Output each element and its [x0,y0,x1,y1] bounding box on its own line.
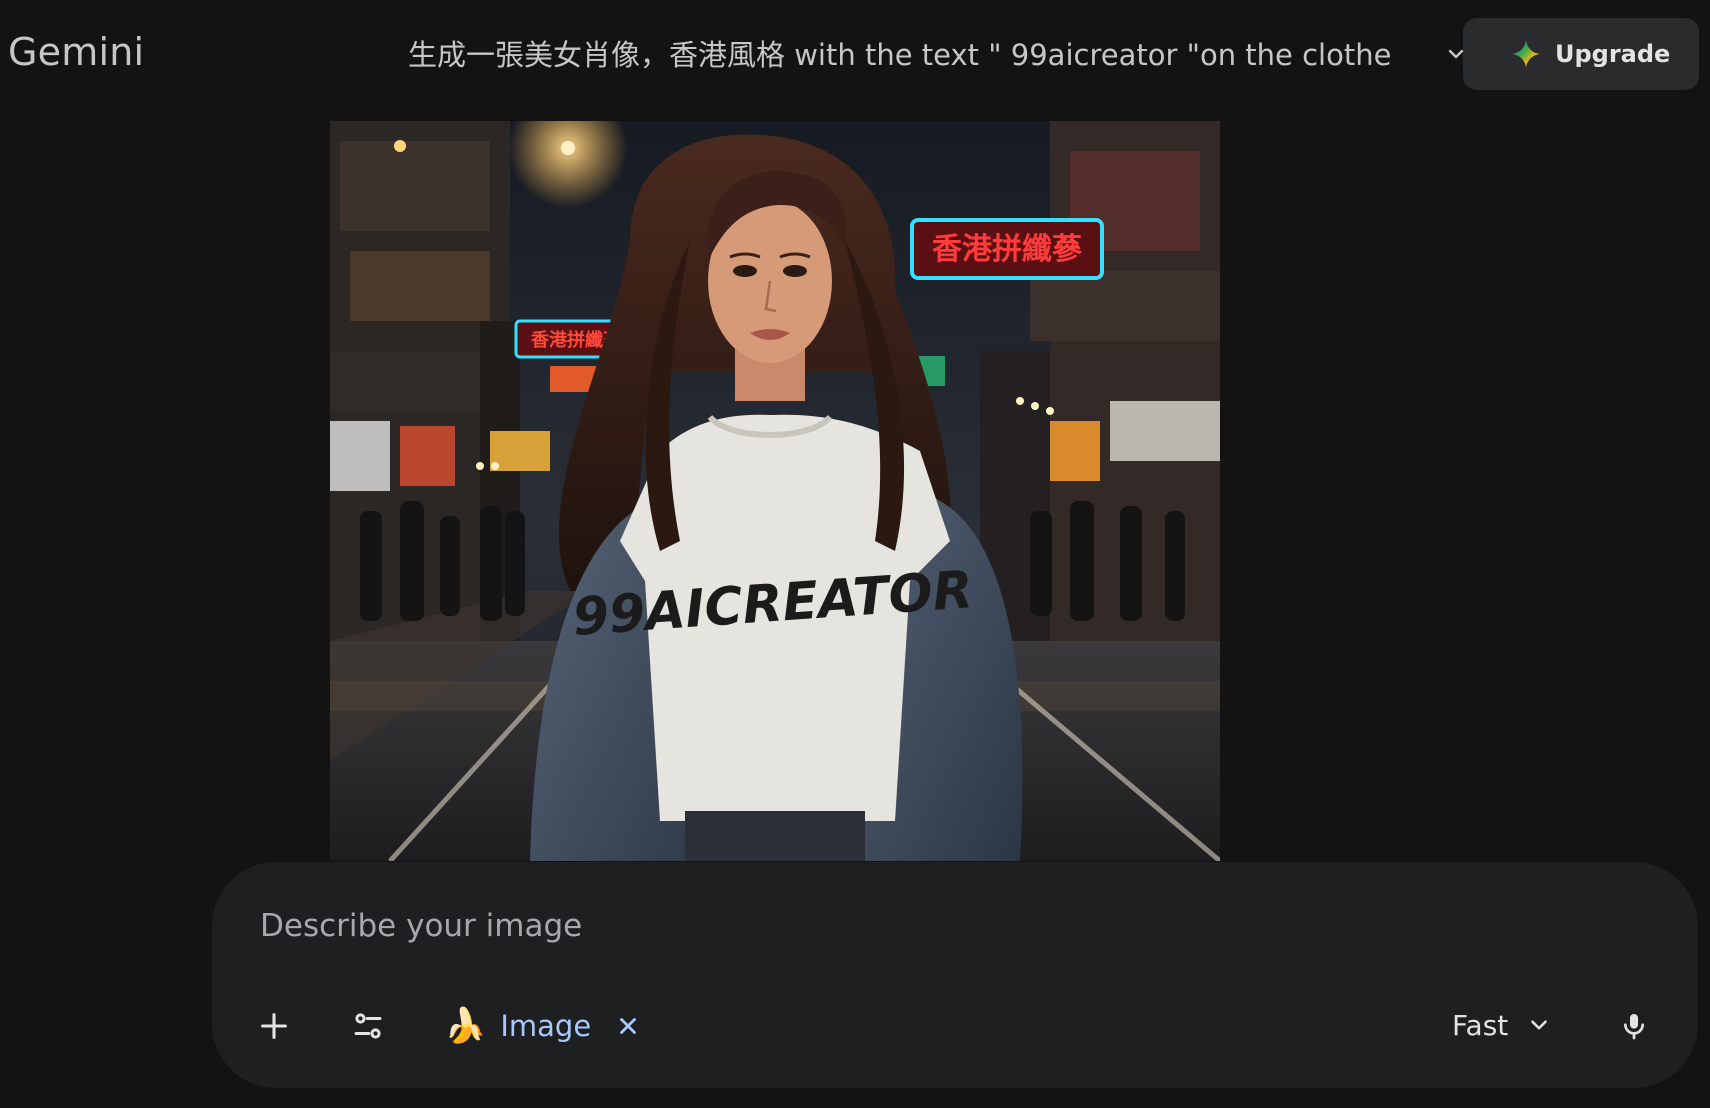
banana-icon: 🍌 [444,1006,487,1046]
chevron-down-icon [1531,1020,1548,1030]
model-label: Fast [1452,1008,1509,1042]
generated-image[interactable]: 香港拼纖蔘 香港拼纖蔘 99AICREATOR [330,121,1220,861]
tools-button[interactable] [344,1002,392,1050]
image-tool-label: Image [500,1009,592,1043]
upgrade-button[interactable]: Upgrade [1463,18,1699,90]
close-icon[interactable] [615,1013,641,1039]
plus-icon [261,1013,287,1039]
add-button[interactable] [250,1002,298,1050]
gemini-sparkle-icon [1512,40,1540,68]
neon-sign-right: 香港拼纖蔘 [932,232,1083,267]
microphone-icon [1624,1014,1644,1040]
prompt-input[interactable] [258,900,1362,952]
gemini-logo-text[interactable]: Gemini [8,30,144,74]
tune-icon [354,1013,382,1039]
image-tool-chip[interactable]: 🍌 Image [444,1000,641,1052]
model-selector[interactable]: Fast [1452,1000,1552,1050]
top-bar: Gemini 生成一張美女肖像，香港風格 with the text " 99a… [0,0,1710,100]
prompt-composer: 🍌 Image Fast [212,862,1698,1088]
microphone-button[interactable] [1610,1002,1658,1050]
upgrade-label: Upgrade [1555,40,1671,68]
conversation-title[interactable]: 生成一張美女肖像，香港風格 with the text " 99aicreato… [408,32,1391,74]
gemini-app: Gemini 生成一張美女肖像，香港風格 with the text " 99a… [0,0,1710,1108]
